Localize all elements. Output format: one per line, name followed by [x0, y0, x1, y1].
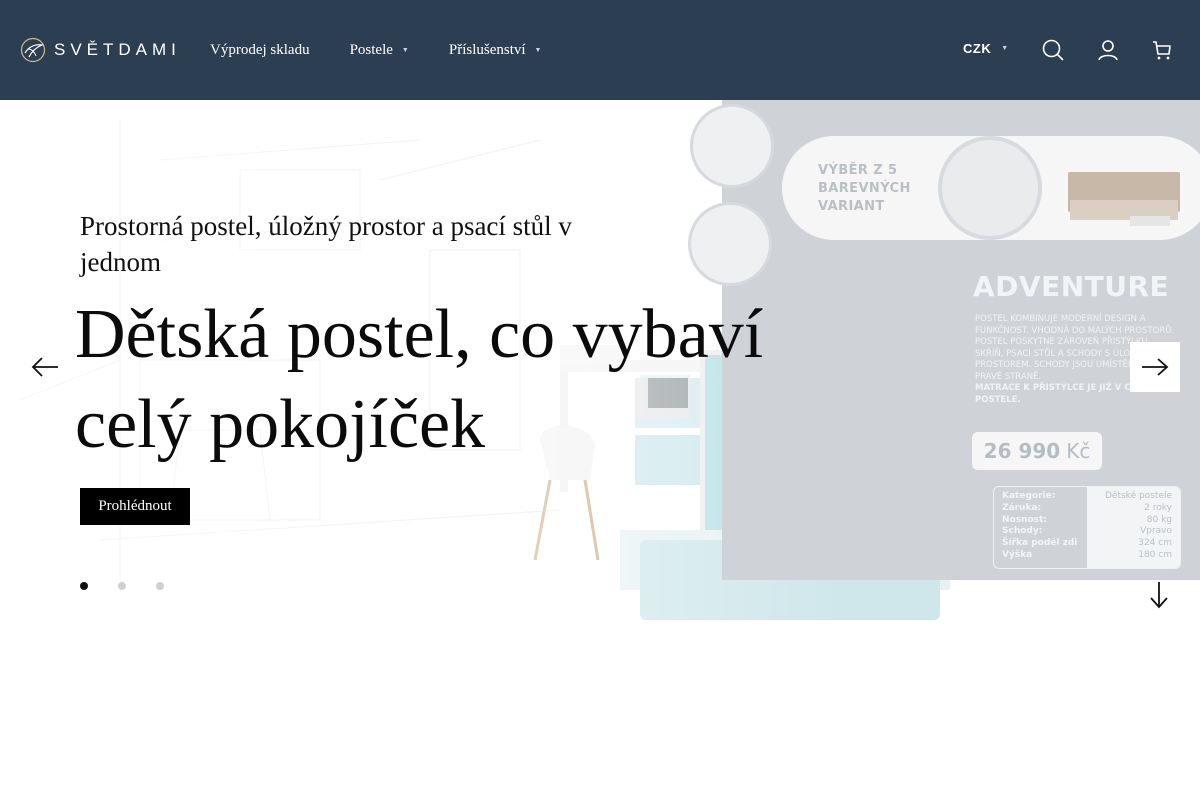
- spec-values: Dětské postele 2 roky 80 kg Vpravo 324 c…: [1087, 487, 1180, 568]
- slider-dot-3[interactable]: [156, 582, 164, 590]
- spec-value: 324 cm: [1138, 538, 1172, 549]
- logo-mark-icon: [20, 37, 46, 63]
- logo[interactable]: SVĚTDAMI: [20, 36, 181, 64]
- spec-key: Nosnost:: [1002, 514, 1047, 525]
- user-icon[interactable]: [1096, 38, 1120, 62]
- spec-key: Kategorie:: [1002, 491, 1056, 501]
- main-nav: Výprodej skladu Postele ▼ Příslušenství …: [210, 0, 581, 100]
- cart-icon[interactable]: [1150, 38, 1174, 62]
- variant-thumb: [688, 202, 772, 286]
- spec-value: Vpravo: [1140, 526, 1172, 537]
- slider-dot-2[interactable]: [118, 582, 126, 590]
- hero-slider: VÝBĚR Z 5 BAREVNÝCH VARIANT ADVENTURE PO…: [0, 100, 1200, 640]
- view-button[interactable]: Prohlédnout: [80, 488, 190, 525]
- chevron-down-icon: ▼: [534, 46, 542, 54]
- nav-item-label: Výprodej skladu: [210, 41, 310, 58]
- nav-item-prislusenstvi[interactable]: Příslušenství ▼: [449, 42, 542, 59]
- variant-text: VÝBĚR Z 5 BAREVNÝCH VARIANT: [818, 163, 911, 214]
- search-icon[interactable]: [1041, 38, 1065, 62]
- nav-item-vyprodej[interactable]: Výprodej skladu: [210, 42, 310, 59]
- price-value: 26 990: [983, 439, 1061, 463]
- chevron-down-icon: ▼: [401, 46, 409, 54]
- nav-item-label: Postele: [349, 41, 393, 58]
- spec-value: Dětské postele: [1105, 491, 1172, 501]
- arrow-left-icon[interactable]: [30, 354, 60, 380]
- arrow-down-icon[interactable]: [1148, 580, 1170, 610]
- chevron-down-icon: ▼: [1001, 45, 1009, 52]
- spec-table: Kategorie: Záruka: Nosnost: Schody: Šířk…: [993, 486, 1181, 569]
- nav-item-postele[interactable]: Postele ▼: [350, 42, 409, 59]
- spec-value: 2 roky: [1144, 502, 1172, 513]
- product-name: ADVENTURE: [973, 270, 1170, 303]
- currency-selector[interactable]: CZK ▼: [963, 41, 1009, 56]
- spec-key: Výška: [1002, 549, 1033, 560]
- variant-thumb: [690, 104, 774, 188]
- slider-dot-1[interactable]: [80, 582, 88, 590]
- variant-circle: [938, 136, 1042, 240]
- spec-value: 80 kg: [1146, 514, 1172, 525]
- price-currency: Kč: [1066, 439, 1091, 463]
- arrow-right-icon[interactable]: [1130, 342, 1180, 392]
- nav-item-label: Příslušenství: [448, 41, 526, 58]
- hero-subtitle: Prostorná postel, úložný prostor a psací…: [80, 211, 572, 277]
- price-badge: 26 990 Kč: [972, 432, 1102, 470]
- spec-keys: Kategorie: Záruka: Nosnost: Schody: Šířk…: [994, 487, 1087, 568]
- spec-key: Schody:: [1002, 526, 1043, 537]
- logo-text: SVĚTDAMI: [54, 40, 181, 59]
- slider-dots: [80, 582, 194, 590]
- hero-title: Dětská postel, co vybaví celý pokojíček: [75, 296, 764, 463]
- spec-key: Záruka:: [1002, 502, 1042, 513]
- spec-key: Šířka podél zdi: [1002, 538, 1078, 549]
- currency-label: CZK: [963, 41, 992, 56]
- bed-thumbnail: [1068, 172, 1180, 226]
- spec-value: 180 cm: [1138, 549, 1172, 560]
- site-header: SVĚTDAMI Výprodej skladu Postele ▼ Přísl…: [0, 0, 1200, 100]
